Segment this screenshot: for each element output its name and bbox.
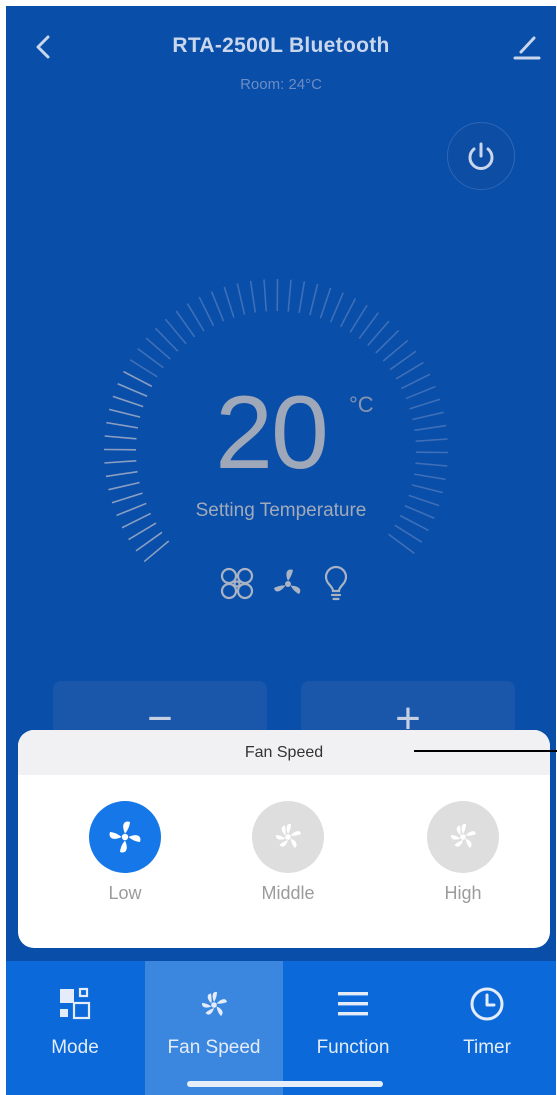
dial-tick [210,291,225,322]
fan-speed-option-high[interactable]: High [407,801,517,903]
fan-speed-option-middle[interactable]: Middle [232,801,342,903]
dial-tick [375,329,400,354]
dial-tick [236,283,246,315]
fan-middle-icon [252,801,324,873]
temperature-unit: °C [349,392,374,417]
dial-tick [123,370,153,388]
dial-tick [106,421,139,429]
dial-tick [358,312,379,339]
dial-tick [349,304,368,333]
dial-tick [395,361,424,380]
dial-tick [112,395,144,408]
dial-tick [413,473,446,481]
dial-tick [135,531,163,552]
dial-tick [164,318,187,345]
fan-speed-panel-title: Fan Speed [244,744,324,761]
temperature-value: 20 [215,375,329,491]
fan-speed-option-label: Middle [261,883,315,903]
dial-tick [367,320,390,346]
nav-item-mode[interactable]: Mode [6,961,144,1095]
fan-high-icon [427,801,499,873]
fan-speed-option-low[interactable]: Low [69,801,179,903]
dial-tick [319,287,332,319]
dial-tick [382,339,409,362]
dial-tick [108,408,141,418]
nav-item-label: Fan Speed [167,1037,261,1058]
nav-item-label: Timer [463,1037,511,1058]
dial-tick [137,348,164,369]
dial-tick [145,337,171,360]
dial-tick [339,298,357,328]
nav-item-function[interactable]: Function [284,961,422,1095]
dial-tick [129,359,158,378]
dial-tick [223,286,235,318]
fan-speed-icon [220,567,254,600]
dial-tick [104,435,137,440]
fan-speed-option-label: High [444,883,482,903]
fan-icon [274,569,301,594]
dial-tick [411,484,444,494]
status-icons [218,564,358,604]
home-indicator[interactable] [187,1081,383,1087]
dial-tick [143,540,170,563]
dial-tick [175,310,196,338]
fan-speed-option-label: Low [108,883,142,903]
dial-tick [388,533,415,554]
dial-tick [287,279,292,312]
dial-tick [298,281,306,314]
dial-tick [263,279,268,312]
menu-icon [338,992,368,1016]
app-screen: RTA-2500L Bluetooth Room: 24°C 20 °C Set… [6,6,556,1095]
dial-tick [394,524,423,543]
dial-tick [128,522,157,541]
fan-icon [201,991,227,1016]
nav-item-timer[interactable]: Timer [418,961,556,1095]
dial-tick [400,373,431,390]
clock-icon [470,987,504,1021]
dial-tick [412,411,444,421]
mode-icon [60,987,91,1020]
dial-tick [389,350,417,371]
dial-tick [186,303,205,332]
nav-item-label: Function [316,1037,390,1058]
dial-tick [105,470,138,478]
nav-item-fan-speed[interactable]: Fan Speed [145,961,283,1095]
dial-tick [415,438,448,443]
nav-item-label: Mode [51,1037,99,1058]
dial-tick [409,398,441,410]
fan-speed-panel-header: Fan Speed [18,730,550,775]
dial-tick [198,296,215,327]
light-bulb-icon [324,565,348,601]
dial-tick [108,481,140,491]
dial-tick [104,459,137,464]
dial-tick [154,327,179,352]
dial-tick [309,283,319,316]
dial-tick [415,462,448,467]
temperature-label: Setting Temperature [195,500,367,521]
fan-low-icon [89,801,161,873]
dial-tick [329,292,344,323]
dial-tick [414,424,447,432]
dial-tick [249,280,257,313]
bottom-navigation: Mode Fan Speed Function Timer [6,961,556,1095]
fan-speed-panel: Fan Speed Low Middle High [18,730,550,948]
callout-line [414,750,557,752]
dial-tick [117,383,148,398]
dial-tick [405,385,436,400]
